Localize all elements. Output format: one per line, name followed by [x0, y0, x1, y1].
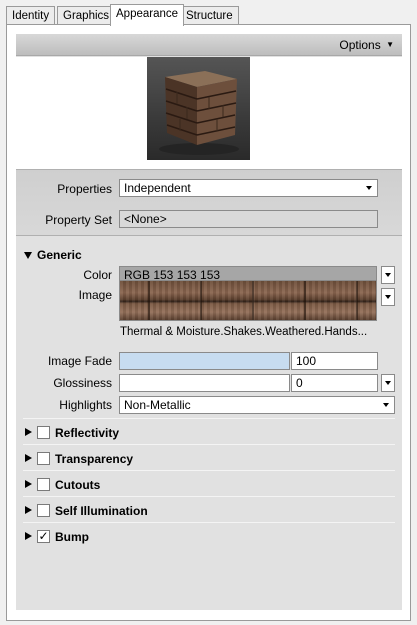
material-preview-area [16, 57, 402, 169]
image-fade-input[interactable]: 100 [291, 352, 378, 370]
divider [23, 418, 395, 419]
image-label: Image [78, 288, 112, 302]
reflectivity-checkbox[interactable] [37, 426, 50, 439]
options-bar: Options ▼ [16, 34, 402, 56]
divider [23, 522, 395, 523]
tab-graphics[interactable]: Graphics [57, 6, 116, 25]
image-fade-slider[interactable] [119, 352, 290, 370]
wood-cube-icon [147, 57, 250, 160]
expand-triangle-icon[interactable] [25, 532, 32, 540]
image-options-button[interactable] [381, 288, 395, 306]
chevron-down-icon [385, 295, 391, 299]
options-chevron-icon: ▼ [386, 40, 394, 49]
options-button[interactable]: Options ▼ [339, 37, 394, 53]
reflectivity-section-title[interactable]: Reflectivity [55, 425, 119, 441]
glossiness-label: Glossiness [53, 376, 112, 390]
chevron-down-icon [385, 273, 391, 277]
transparency-section-title[interactable]: Transparency [55, 451, 133, 467]
property-set-label: Property Set [45, 213, 112, 227]
color-options-button[interactable] [381, 266, 395, 284]
tab-content-frame: Options ▼ Properties Independent Propert… [6, 24, 411, 621]
properties-value: Independent [124, 181, 191, 195]
cutouts-checkbox[interactable] [37, 478, 50, 491]
cutouts-section-title[interactable]: Cutouts [55, 477, 100, 493]
properties-label: Properties [57, 182, 112, 196]
chevron-down-icon [383, 403, 389, 407]
chevron-down-icon [385, 381, 391, 385]
bump-checkbox[interactable]: ✓ [37, 530, 50, 543]
divider [23, 444, 395, 445]
divider [23, 470, 395, 471]
divider [23, 496, 395, 497]
generic-section-title[interactable]: Generic [37, 247, 82, 263]
transparency-checkbox[interactable] [37, 452, 50, 465]
property-set-value: <None> [124, 212, 167, 226]
options-label: Options [339, 38, 381, 52]
checkmark-icon: ✓ [38, 529, 49, 543]
image-fade-label: Image Fade [47, 354, 112, 368]
expand-triangle-icon[interactable] [25, 480, 32, 488]
image-texture-thumbnail[interactable] [119, 280, 377, 321]
properties-dropdown[interactable]: Independent [119, 179, 378, 197]
properties-block: Properties Independent Property Set <Non… [16, 169, 402, 236]
highlights-value: Non-Metallic [124, 398, 191, 412]
expand-triangle-icon[interactable] [25, 454, 32, 462]
glossiness-options-button[interactable] [381, 374, 395, 392]
image-fade-value: 100 [296, 354, 317, 368]
expand-triangle-icon[interactable] [25, 428, 32, 436]
collapse-triangle-icon[interactable] [24, 252, 32, 259]
glossiness-value: 0 [296, 376, 303, 390]
self-illumination-section-title[interactable]: Self Illumination [55, 503, 148, 519]
tab-structure[interactable]: Structure [180, 6, 239, 25]
highlights-dropdown[interactable]: Non-Metallic [119, 396, 395, 414]
property-set-field: <None> [119, 210, 378, 228]
image-filename: Thermal & Moisture.Shakes.Weathered.Hand… [120, 326, 368, 338]
tab-identity[interactable]: Identity [6, 6, 56, 25]
glossiness-slider[interactable] [119, 374, 290, 392]
material-preview-thumbnail [147, 57, 250, 160]
tab-appearance[interactable]: Appearance [110, 4, 185, 26]
color-label: Color [83, 268, 112, 282]
bump-section-title[interactable]: Bump [55, 529, 89, 545]
appearance-panel: Options ▼ Properties Independent Propert… [16, 34, 402, 610]
highlights-label: Highlights [59, 398, 112, 412]
self-illumination-checkbox[interactable] [37, 504, 50, 517]
glossiness-input[interactable]: 0 [291, 374, 378, 392]
chevron-down-icon [366, 186, 372, 190]
expand-triangle-icon[interactable] [25, 506, 32, 514]
